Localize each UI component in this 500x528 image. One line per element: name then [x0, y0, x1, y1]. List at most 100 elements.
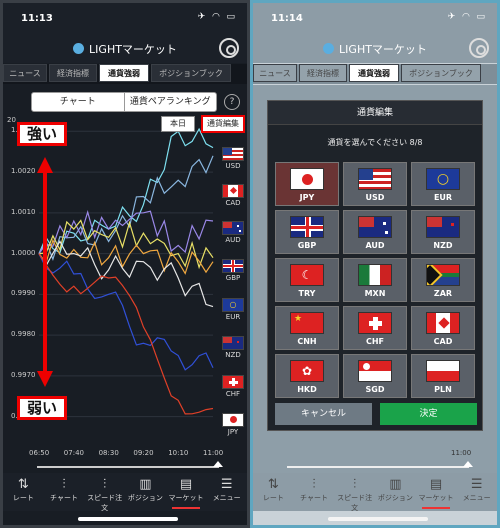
nav-chart-right[interactable]: ⫶ チャート — [294, 473, 335, 511]
tab-currency-strength-right[interactable]: 通貨強弱 — [349, 64, 399, 82]
app-logo-icon — [73, 43, 85, 54]
flag-chf-icon — [358, 312, 392, 334]
status-time: 11:13 — [21, 13, 53, 24]
time-scrubber[interactable] — [37, 461, 223, 468]
currency-try[interactable]: ☾ TRY — [275, 258, 339, 302]
y-tick-label: 0.9990 — [11, 289, 36, 298]
app-title-text: LIGHTマーケット — [89, 43, 177, 56]
market-icon: ▤ — [429, 477, 443, 492]
tab-economic-right[interactable]: 経済指標 — [299, 64, 347, 82]
status-icons: ✈ ◠ ▭ — [197, 12, 237, 22]
tab-position-book-right[interactable]: ポジションブック — [401, 64, 481, 82]
tab-currency-strength[interactable]: 通貨強弱 — [99, 64, 149, 82]
currency-chf[interactable]: CHF — [343, 306, 407, 350]
menu-icon: ☰ — [220, 477, 233, 492]
tab-bar-right: ニュース 経済指標 通貨強弱 ポジションブック — [253, 64, 497, 84]
status-time-right: 11:14 — [271, 13, 303, 24]
bottom-nav: ⇅ レート ⫶ チャート ⫶ スピード注文 ▥ ポジション ▤ マーケット ☰ メニュー — [3, 473, 247, 512]
currency-grid: JPY USD ○ EUR GBP AUD NZD ☾ TRY MXN ZAR ★ C… — [275, 162, 475, 398]
tab-position-book[interactable]: ポジションブック — [151, 64, 231, 82]
nav-rate[interactable]: ⇅ レート — [3, 473, 44, 511]
nav-speed-order-right[interactable]: ⫶ スピード注文 — [334, 473, 375, 512]
segment-chart[interactable]: チャート — [32, 93, 125, 111]
app-title-text-right: LIGHTマーケット — [339, 43, 427, 56]
legend-cad: CAD — [225, 199, 241, 207]
legend-eur: EUR — [225, 313, 241, 321]
today-button[interactable]: 本日 — [161, 116, 195, 132]
help-icon[interactable]: ? — [224, 94, 240, 110]
currency-code: AUD — [365, 241, 385, 250]
flag-sgd-icon — [358, 360, 392, 382]
legend-gbp: GBP — [225, 274, 241, 282]
currency-hkd[interactable]: ✿ HKD — [275, 354, 339, 398]
nav-position[interactable]: ▥ ポジション — [125, 473, 166, 511]
app-title-right: LIGHTマーケット — [253, 41, 497, 57]
currency-code: CAD — [433, 337, 453, 346]
legend-jpy: JPY — [227, 428, 239, 436]
flag-eur-icon: ○ — [426, 168, 460, 190]
currency-zar[interactable]: ZAR — [411, 258, 475, 302]
flag-chf-icon — [222, 375, 244, 389]
y-tick-label: 1.0010 — [11, 207, 36, 216]
tab-news[interactable]: ニュース — [3, 64, 47, 82]
currency-jpy[interactable]: JPY — [275, 162, 339, 206]
currency-code: NZD — [433, 241, 453, 250]
nav-rate-right[interactable]: ⇅ レート — [253, 473, 294, 511]
market-icon: ▤ — [179, 477, 193, 492]
speed-order-icon: ⫶ — [103, 477, 107, 492]
confirm-button[interactable]: 決定 — [380, 403, 477, 425]
nav-market-label-right: マーケット — [418, 494, 454, 502]
nav-menu[interactable]: ☰ メニュー — [206, 473, 247, 511]
left-phone-screenshot: 11:13 ✈ ◠ ▭ LIGHTマーケット ニュース 経済指標 通貨強弱 ポジ… — [0, 0, 250, 528]
cancel-button[interactable]: キャンセル — [275, 403, 372, 425]
currency-usd[interactable]: USD — [343, 162, 407, 206]
tab-bar: ニュース 経済指標 通貨強弱 ポジションブック — [3, 64, 247, 84]
nav-speed-order-label-right: スピード注文 — [337, 494, 373, 512]
x-tick-label: 09:20 — [133, 449, 154, 457]
edit-currency-button[interactable]: 通貨編集 — [201, 115, 245, 133]
currency-aud[interactable]: AUD — [343, 210, 407, 254]
y-tick-label: 1.0000 — [11, 248, 36, 257]
currency-mxn[interactable]: MXN — [343, 258, 407, 302]
view-segment: チャート 通貨ペアランキング — [31, 92, 217, 112]
nav-market-right[interactable]: ▤ マーケット — [416, 473, 457, 511]
nav-chart-label: チャート — [50, 494, 78, 502]
tab-news-right[interactable]: ニュース — [253, 64, 297, 82]
nav-menu-right[interactable]: ☰ メニュー — [456, 473, 497, 511]
nav-chart[interactable]: ⫶ チャート — [44, 473, 85, 511]
nav-market[interactable]: ▤ マーケット — [166, 473, 207, 511]
nav-speed-order[interactable]: ⫶ スピード注文 — [84, 473, 125, 512]
currency-cad[interactable]: CAD — [411, 306, 475, 350]
status-bar: 11:13 ✈ ◠ ▭ — [3, 3, 247, 33]
currency-gbp[interactable]: GBP — [275, 210, 339, 254]
legend-chf: CHF — [225, 390, 241, 398]
currency-pln[interactable]: PLN — [411, 354, 475, 398]
segment-ranking[interactable]: 通貨ペアランキング — [125, 93, 217, 111]
currency-sgd[interactable]: SGD — [343, 354, 407, 398]
currency-code: GBP — [297, 241, 317, 250]
nav-position-right[interactable]: ▥ ポジション — [375, 473, 416, 511]
flag-cad-icon — [222, 184, 244, 198]
gear-icon-right[interactable] — [469, 38, 489, 58]
currency-code: JPY — [299, 193, 315, 202]
legend-aud: AUD — [225, 236, 241, 244]
position-icon: ▥ — [389, 477, 402, 492]
currency-nzd[interactable]: NZD — [411, 210, 475, 254]
flag-zar-icon — [426, 264, 460, 286]
currency-edit-modal: 通貨編集 通貨を選んでください 8/8 JPY USD ○ EUR GBP AUD… — [267, 100, 483, 431]
gear-icon[interactable] — [219, 38, 239, 58]
rate-icon: ⇅ — [267, 477, 279, 492]
currency-code: EUR — [433, 193, 453, 202]
flag-pln-icon — [426, 360, 460, 382]
x-tick-label: 10:10 — [168, 449, 189, 457]
legend-nzd: NZD — [225, 351, 241, 359]
right-phone-screenshot: 11:14 ✈ ◠ ▭ LIGHTマーケット ニュース 経済指標 通貨強弱 ポジ… — [250, 0, 500, 528]
currency-eur[interactable]: ○ EUR — [411, 162, 475, 206]
nav-position-label-right: ポジション — [377, 494, 413, 502]
currency-code: SGD — [365, 385, 385, 394]
tab-economic[interactable]: 経済指標 — [49, 64, 97, 82]
currency-cnh[interactable]: ★ CNH — [275, 306, 339, 350]
app-header-right: LIGHTマーケット — [253, 33, 497, 63]
currency-code: CNH — [297, 337, 317, 346]
flag-usd-icon — [358, 168, 392, 190]
